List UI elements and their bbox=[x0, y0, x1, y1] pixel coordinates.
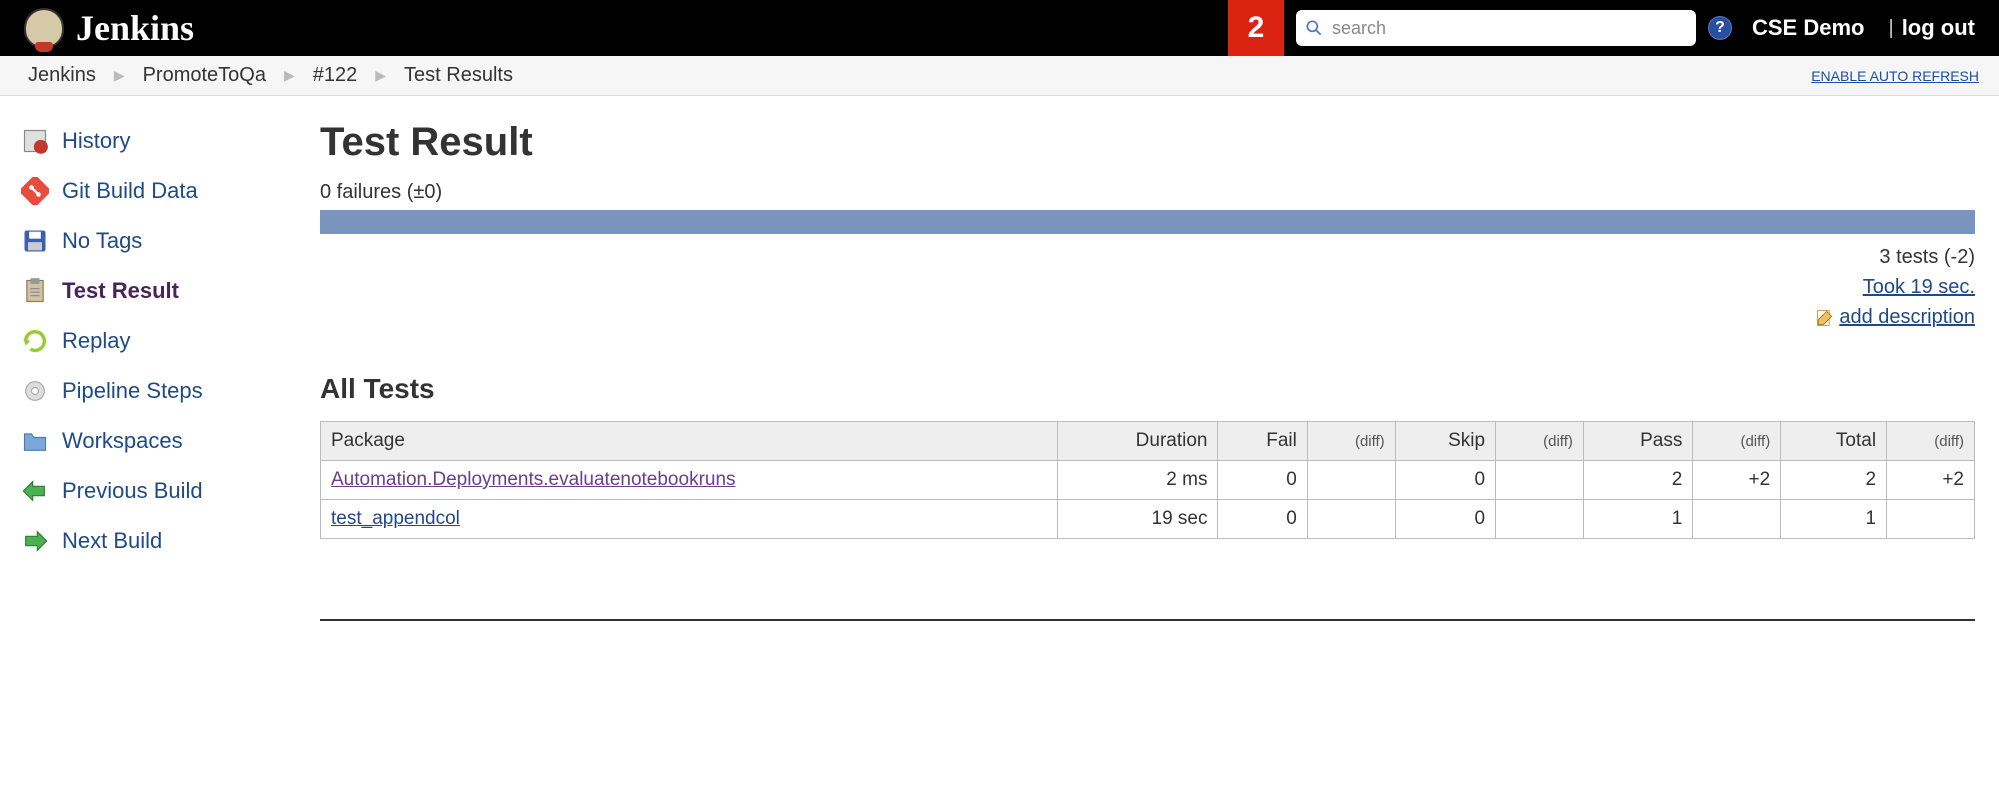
package-link[interactable]: Automation.Deployments.evaluatenotebookr… bbox=[331, 469, 736, 490]
notification-badge[interactable]: 2 bbox=[1228, 0, 1284, 56]
cell-pass: 1 bbox=[1583, 500, 1693, 539]
duration-link[interactable]: Took 19 sec. bbox=[1863, 276, 1975, 298]
col-skip-diff[interactable]: (diff) bbox=[1496, 422, 1584, 461]
cell-total: 1 bbox=[1781, 500, 1887, 539]
sidebar-item-label: Next Build bbox=[62, 528, 162, 554]
sidebar-item-label: Previous Build bbox=[62, 478, 203, 504]
table-row: Automation.Deployments.evaluatenotebookr… bbox=[321, 461, 1975, 500]
cell-pass-diff: +2 bbox=[1693, 461, 1781, 500]
sidebar-item-history[interactable]: History bbox=[16, 116, 304, 166]
col-pass[interactable]: Pass bbox=[1583, 422, 1693, 461]
sidebar-item-workspaces[interactable]: Workspaces bbox=[16, 416, 304, 466]
chevron-right-icon: ▶ bbox=[104, 67, 135, 84]
col-duration[interactable]: Duration bbox=[1057, 422, 1218, 461]
logout-link[interactable]: log out bbox=[1902, 15, 1975, 41]
add-description-link[interactable]: add description bbox=[1839, 302, 1975, 332]
breadcrumb-item[interactable]: Test Results bbox=[396, 64, 521, 87]
cell-total-diff bbox=[1887, 500, 1975, 539]
top-header: Jenkins 2 ? CSE Demo | log out bbox=[0, 0, 1999, 56]
main-content: Test Result 0 failures (±0) 3 tests (-2)… bbox=[320, 96, 1999, 645]
sidebar-item-label: Pipeline Steps bbox=[62, 378, 203, 404]
help-icon[interactable]: ? bbox=[1708, 16, 1732, 40]
cell-skip-diff bbox=[1496, 500, 1584, 539]
cell-skip: 0 bbox=[1395, 461, 1495, 500]
sidebar-item-label: Git Build Data bbox=[62, 178, 198, 204]
breadcrumb: Jenkins ▶ PromoteToQa ▶ #122 ▶ Test Resu… bbox=[0, 56, 1999, 96]
col-fail[interactable]: Fail bbox=[1218, 422, 1307, 461]
all-tests-heading: All Tests bbox=[320, 373, 1975, 405]
sidebar-item-next-build[interactable]: Next Build bbox=[16, 516, 304, 566]
gear-icon bbox=[20, 376, 50, 406]
cell-fail: 0 bbox=[1218, 461, 1307, 500]
cell-pass-diff bbox=[1693, 500, 1781, 539]
jenkins-logo-icon bbox=[24, 8, 64, 48]
sidebar-item-label: Replay bbox=[62, 328, 130, 354]
history-icon bbox=[20, 126, 50, 156]
save-icon bbox=[20, 226, 50, 256]
col-pass-diff[interactable]: (diff) bbox=[1693, 422, 1781, 461]
edit-icon bbox=[1815, 307, 1835, 327]
failures-summary: 0 failures (±0) bbox=[320, 181, 1975, 204]
col-total[interactable]: Total bbox=[1781, 422, 1887, 461]
sidebar-item-replay[interactable]: Replay bbox=[16, 316, 304, 366]
col-package[interactable]: Package bbox=[321, 422, 1058, 461]
breadcrumb-item[interactable]: PromoteToQa bbox=[135, 64, 274, 87]
cell-skip: 0 bbox=[1395, 500, 1495, 539]
git-icon bbox=[20, 176, 50, 206]
arrow-left-icon bbox=[20, 476, 50, 506]
sidebar-item-label: History bbox=[62, 128, 130, 154]
arrow-right-icon bbox=[20, 526, 50, 556]
sidebar: History Git Build Data No Tags Test Resu… bbox=[0, 96, 320, 645]
replay-icon bbox=[20, 326, 50, 356]
chevron-right-icon: ▶ bbox=[365, 67, 396, 84]
user-link[interactable]: CSE Demo bbox=[1752, 15, 1864, 41]
sidebar-item-git-build-data[interactable]: Git Build Data bbox=[16, 166, 304, 216]
cell-total-diff: +2 bbox=[1887, 461, 1975, 500]
cell-skip-diff bbox=[1496, 461, 1584, 500]
sidebar-item-test-result[interactable]: Test Result bbox=[16, 266, 304, 316]
page-title: Test Result bbox=[320, 120, 1975, 165]
cell-duration: 2 ms bbox=[1057, 461, 1218, 500]
logo-area[interactable]: Jenkins bbox=[0, 7, 194, 49]
sidebar-item-previous-build[interactable]: Previous Build bbox=[16, 466, 304, 516]
cell-duration: 19 sec bbox=[1057, 500, 1218, 539]
cell-fail: 0 bbox=[1218, 500, 1307, 539]
folder-icon bbox=[20, 426, 50, 456]
enable-auto-refresh-link[interactable]: ENABLE AUTO REFRESH bbox=[1811, 68, 1979, 84]
cell-fail-diff bbox=[1307, 500, 1395, 539]
clipboard-icon bbox=[20, 276, 50, 306]
table-row: test_appendcol 19 sec 0 0 1 1 bbox=[321, 500, 1975, 539]
col-skip[interactable]: Skip bbox=[1395, 422, 1495, 461]
cell-total: 2 bbox=[1781, 461, 1887, 500]
table-header-row: Package Duration Fail (diff) Skip (diff)… bbox=[321, 422, 1975, 461]
header-separator: | bbox=[1888, 17, 1893, 40]
cell-fail-diff bbox=[1307, 461, 1395, 500]
sidebar-item-pipeline-steps[interactable]: Pipeline Steps bbox=[16, 366, 304, 416]
footer-divider bbox=[320, 619, 1975, 621]
sidebar-item-label: Test Result bbox=[62, 278, 179, 304]
logo-text: Jenkins bbox=[76, 7, 194, 49]
package-link[interactable]: test_appendcol bbox=[331, 508, 460, 529]
col-total-diff[interactable]: (diff) bbox=[1887, 422, 1975, 461]
test-progress-bar bbox=[320, 210, 1975, 234]
search-icon bbox=[1304, 18, 1324, 38]
sidebar-item-label: Workspaces bbox=[62, 428, 183, 454]
search-input[interactable] bbox=[1296, 10, 1696, 46]
chevron-right-icon: ▶ bbox=[274, 67, 305, 84]
test-count-summary: 3 tests (-2) bbox=[320, 242, 1975, 272]
breadcrumb-item[interactable]: Jenkins bbox=[20, 64, 104, 87]
breadcrumb-item[interactable]: #122 bbox=[305, 64, 366, 87]
search-container bbox=[1296, 10, 1696, 46]
sidebar-item-label: No Tags bbox=[62, 228, 142, 254]
sidebar-item-no-tags[interactable]: No Tags bbox=[16, 216, 304, 266]
tests-table: Package Duration Fail (diff) Skip (diff)… bbox=[320, 421, 1975, 539]
col-fail-diff[interactable]: (diff) bbox=[1307, 422, 1395, 461]
cell-pass: 2 bbox=[1583, 461, 1693, 500]
